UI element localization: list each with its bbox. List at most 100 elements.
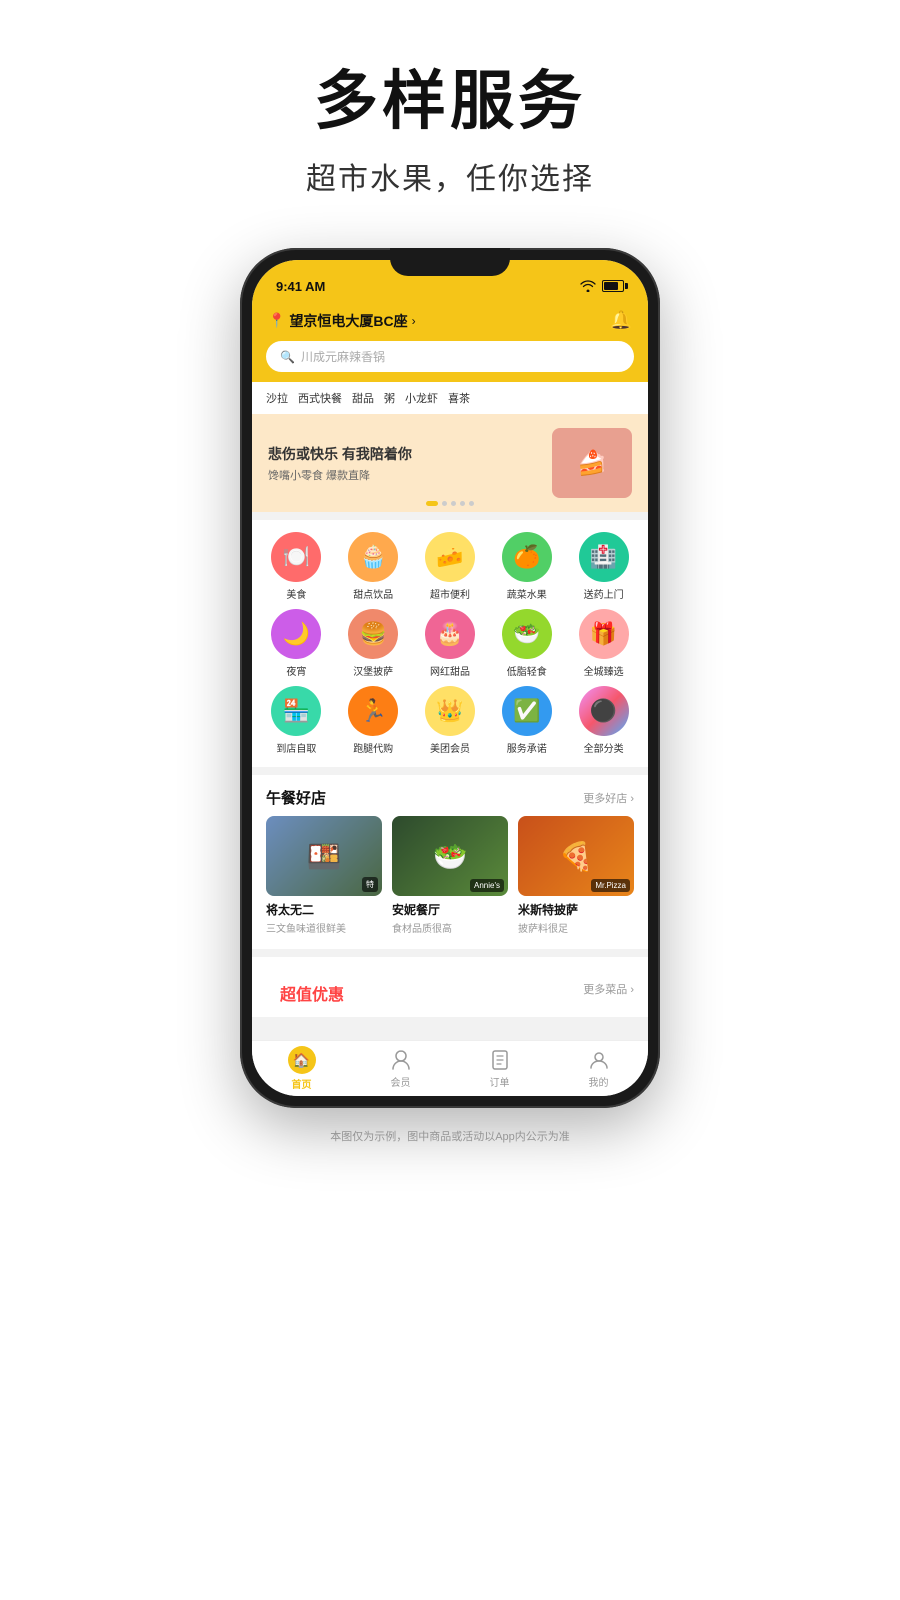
scroll-content[interactable]: 悲伤或快乐 有我陪着你 馋嘴小零食 爆款直降 🍰 <box>252 414 648 1040</box>
cat-item-medicine[interactable]: 🏥 送药上门 <box>567 532 640 601</box>
lunch-section-header: 午餐好店 更多好店 › <box>252 775 648 816</box>
restaurant-name-1: 将太无二 <box>266 901 382 918</box>
banner-dot-4 <box>460 501 465 506</box>
cat-item-food[interactable]: 🍽️ 美食 <box>260 532 333 601</box>
banner-subtitle: 馋嘴小零食 爆款直降 <box>268 467 412 483</box>
cat-item-drinks[interactable]: 🧁 甜点饮品 <box>337 532 410 601</box>
cat-label-all: 全部分类 <box>584 740 624 755</box>
wifi-icon <box>580 280 596 292</box>
cat-item-fruits[interactable]: 🍊 蔬菜水果 <box>490 532 563 601</box>
banner-dot-2 <box>442 501 447 506</box>
nav-home-label: 首页 <box>292 1076 312 1091</box>
cat-label-lightfood: 低脂轻食 <box>507 663 547 678</box>
cat-icon-all: ⚫ <box>579 686 629 736</box>
cat-icon-fruits: 🍊 <box>502 532 552 582</box>
nav-orders[interactable]: 订单 <box>486 1048 514 1089</box>
deals-title: 超值优惠 <box>266 969 358 1009</box>
cat-item-all[interactable]: ⚫ 全部分类 <box>567 686 640 755</box>
lunch-more-link[interactable]: 更多好店 › <box>583 790 634 806</box>
restaurant-name-2: 安妮餐厅 <box>392 901 508 918</box>
location-pin-icon: 📍 <box>268 312 285 329</box>
banner[interactable]: 悲伤或快乐 有我陪着你 馋嘴小零食 爆款直降 🍰 <box>252 414 648 512</box>
cat-item-promise[interactable]: ✅ 服务承诺 <box>490 686 563 755</box>
banner-text: 悲伤或快乐 有我陪着你 馋嘴小零食 爆款直降 <box>268 444 412 483</box>
banner-dots <box>426 501 474 506</box>
cat-label-courier: 跑腿代购 <box>353 740 393 755</box>
phone-wrapper: 9:41 AM 📍 望京恒电大厦BC座 › <box>240 248 660 1108</box>
restaurant-badge-2: Annie's <box>470 879 504 892</box>
cat-label-nightsnack: 夜宵 <box>286 663 306 678</box>
status-time: 9:41 AM <box>276 279 325 294</box>
restaurant-card-2[interactable]: 🥗 Annie's 安妮餐厅 食材品质很高 <box>392 816 508 935</box>
restaurant-img-1: 🍱 特 <box>266 816 382 896</box>
tag-dessert[interactable]: 甜品 <box>352 390 374 406</box>
restaurant-card-3[interactable]: 🍕 Mr.Pizza 米斯特披萨 披萨料很足 <box>518 816 634 935</box>
restaurant-list: 🍱 特 将太无二 三文鱼味道很鲜美 🥗 Annie's 安妮餐厅 <box>252 816 648 949</box>
tag-tea[interactable]: 喜茶 <box>448 390 470 406</box>
cat-icon-burger: 🍔 <box>348 609 398 659</box>
cat-icon-member: 👑 <box>425 686 475 736</box>
banner-image: 🍰 <box>552 428 632 498</box>
cat-item-courier[interactable]: 🏃 跑腿代购 <box>337 686 410 755</box>
cat-item-burger[interactable]: 🍔 汉堡披萨 <box>337 609 410 678</box>
cat-label-drinks: 甜点饮品 <box>353 586 393 601</box>
app-header: 📍 望京恒电大厦BC座 › 🔔 <box>252 304 648 341</box>
cat-icon-pickup: 🏪 <box>271 686 321 736</box>
battery-icon <box>602 280 624 292</box>
cat-item-cityselect[interactable]: 🎁 全城臻选 <box>567 609 640 678</box>
cat-label-medicine: 送药上门 <box>584 586 624 601</box>
restaurant-desc-1: 三文鱼味道很鲜美 <box>266 920 382 935</box>
deals-more[interactable]: 更多菜品 › <box>583 981 634 997</box>
cat-label-cityselect: 全城臻选 <box>584 663 624 678</box>
member-icon <box>387 1048 415 1072</box>
cat-icon-medicine: 🏥 <box>579 532 629 582</box>
cat-label-member: 美团会员 <box>430 740 470 755</box>
main-title: 多样服务 <box>306 50 594 142</box>
page-header: 多样服务 超市水果，任你选择 <box>306 0 594 218</box>
bell-icon[interactable]: 🔔 <box>610 310 632 331</box>
nav-orders-label: 订单 <box>490 1074 510 1089</box>
cat-item-member[interactable]: 👑 美团会员 <box>414 686 487 755</box>
lunch-section: 午餐好店 更多好店 › 🍱 特 将太无二 三文鱼味道很鲜美 <box>252 775 648 949</box>
banner-dot-3 <box>451 501 456 506</box>
tag-salad[interactable]: 沙拉 <box>266 390 288 406</box>
tag-crayfish[interactable]: 小龙虾 <box>405 390 438 406</box>
restaurant-card-1[interactable]: 🍱 特 将太无二 三文鱼味道很鲜美 <box>266 816 382 935</box>
restaurant-badge-3: Mr.Pizza <box>591 879 630 892</box>
location-area[interactable]: 📍 望京恒电大厦BC座 › <box>268 311 416 331</box>
status-icons <box>580 280 624 292</box>
phone-notch <box>390 248 510 276</box>
cat-item-nightsnack[interactable]: 🌙 夜宵 <box>260 609 333 678</box>
footer-note: 本图仅为示例，图中商品或活动以App内公示为准 <box>330 1128 570 1164</box>
bottom-nav: 🏠 首页 会员 <box>252 1040 648 1096</box>
nav-member[interactable]: 会员 <box>387 1048 415 1089</box>
restaurant-img-2: 🥗 Annie's <box>392 816 508 896</box>
phone-screen: 9:41 AM 📍 望京恒电大厦BC座 › <box>252 260 648 1096</box>
search-input-placeholder: 川成元麻辣香锅 <box>301 348 385 365</box>
nav-profile[interactable]: 我的 <box>585 1048 613 1089</box>
cat-label-burger: 汉堡披萨 <box>353 663 393 678</box>
banner-dot-1 <box>426 501 438 506</box>
profile-icon <box>585 1048 613 1072</box>
cat-label-promise: 服务承诺 <box>507 740 547 755</box>
cat-icon-lightfood: 🥗 <box>502 609 552 659</box>
search-container: 🔍 川成元麻辣香锅 <box>252 341 648 382</box>
cat-item-lightfood[interactable]: 🥗 低脂轻食 <box>490 609 563 678</box>
nav-home[interactable]: 🏠 首页 <box>288 1046 316 1091</box>
banner-title: 悲伤或快乐 有我陪着你 <box>268 444 412 464</box>
restaurant-desc-3: 披萨料很足 <box>518 920 634 935</box>
cat-label-supermarket: 超市便利 <box>430 586 470 601</box>
banner-dot-5 <box>469 501 474 506</box>
restaurant-img-3: 🍕 Mr.Pizza <box>518 816 634 896</box>
cat-icon-drinks: 🧁 <box>348 532 398 582</box>
search-bar[interactable]: 🔍 川成元麻辣香锅 <box>266 341 634 372</box>
cat-icon-food: 🍽️ <box>271 532 321 582</box>
location-text: 望京恒电大厦BC座 <box>289 311 407 331</box>
tag-fastfood[interactable]: 西式快餐 <box>298 390 342 406</box>
cat-item-pickup[interactable]: 🏪 到店自取 <box>260 686 333 755</box>
tag-porridge[interactable]: 粥 <box>384 390 395 406</box>
cat-item-sweetfood[interactable]: 🎂 网红甜品 <box>414 609 487 678</box>
restaurant-name-3: 米斯特披萨 <box>518 901 634 918</box>
cat-item-supermarket[interactable]: 🧀 超市便利 <box>414 532 487 601</box>
restaurant-desc-2: 食材品质很高 <box>392 920 508 935</box>
